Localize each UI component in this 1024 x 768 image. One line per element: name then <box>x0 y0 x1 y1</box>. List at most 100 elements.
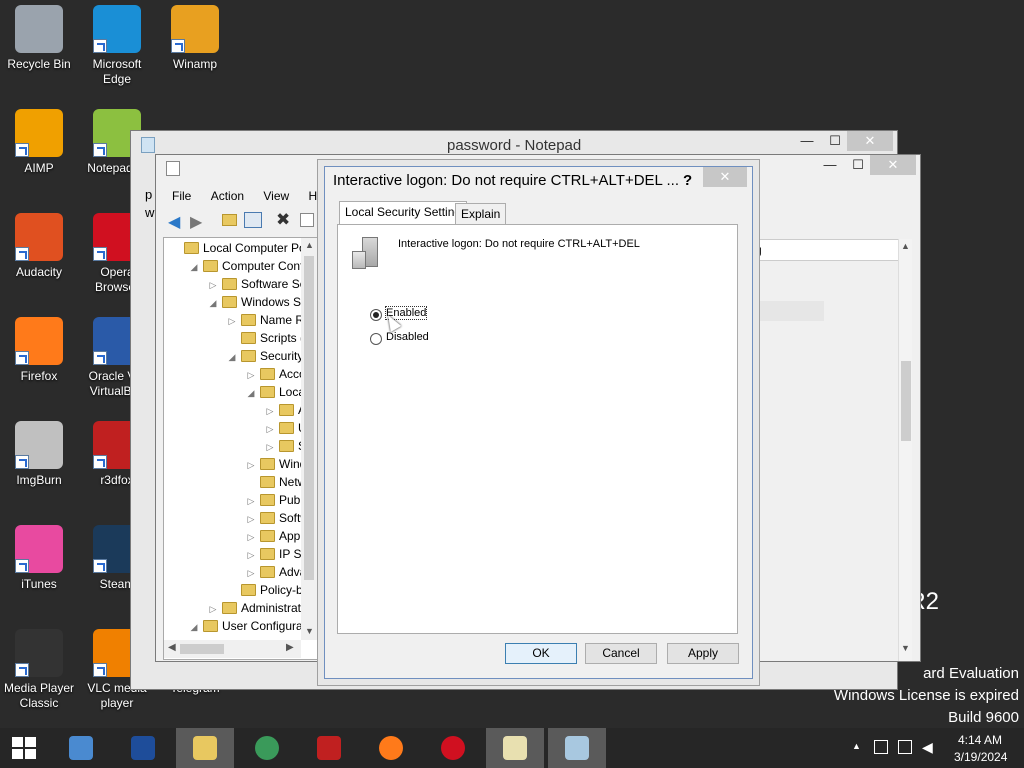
tree-node[interactable]: ◢ Computer Config <box>189 257 313 275</box>
desktop-icon-recycle-bin[interactable]: Recycle Bin <box>0 5 78 72</box>
tree-expander-icon[interactable]: ▷ <box>246 564 256 582</box>
taskbar-notepad[interactable] <box>486 728 544 768</box>
tree-scroll-right-icon[interactable]: ▶ <box>286 642 294 653</box>
menu-view[interactable]: View <box>255 184 297 208</box>
tree-node[interactable]: Local Computer Polic <box>170 239 317 257</box>
folder-icon <box>222 278 237 290</box>
disabled-radio[interactable] <box>370 333 382 345</box>
folder-icon <box>241 332 256 344</box>
folder-icon <box>279 440 294 452</box>
tree-expander-icon[interactable]: ▷ <box>208 276 218 294</box>
folder-icon <box>260 512 275 524</box>
desktop-icon-microsoft-edge[interactable]: Microsoft Edge <box>78 5 156 87</box>
taskbar-browser[interactable] <box>238 728 296 768</box>
tree-scroll-thumb[interactable] <box>304 256 314 580</box>
desktop-icon-imgburn[interactable]: ImgBurn <box>0 421 78 488</box>
help-button[interactable]: ? <box>683 167 692 195</box>
taskbar-opera[interactable] <box>424 728 482 768</box>
clock-time[interactable]: 4:14 AM <box>958 733 1002 747</box>
back-icon[interactable]: ◀ <box>168 212 180 232</box>
folder-icon <box>203 620 218 632</box>
tree-expander-icon[interactable]: ▷ <box>265 420 275 438</box>
tree-expander-icon[interactable]: ▷ <box>246 528 256 546</box>
powershell-icon <box>131 736 155 760</box>
tree-expander-icon[interactable]: ▷ <box>246 492 256 510</box>
scroll-up-icon[interactable]: ▲ <box>901 241 910 251</box>
clock-date[interactable]: 3/19/2024 <box>954 750 1007 764</box>
tree-expander-icon[interactable]: ▷ <box>246 546 256 564</box>
dialog-close-button[interactable]: ✕ <box>703 167 747 187</box>
desktop-icon-firefox[interactable]: Firefox <box>0 317 78 384</box>
tree-node[interactable]: ◢ User Configuratio <box>189 617 316 636</box>
desktop-icon-aimp[interactable]: AIMP <box>0 109 78 176</box>
desktop-icon-media-player-classic[interactable]: Media Player Classic <box>0 629 78 711</box>
taskbar-r3dfox[interactable] <box>300 728 358 768</box>
gpedit-close-button[interactable]: ✕ <box>870 155 916 175</box>
tree-expander-icon[interactable]: ◢ <box>189 258 199 276</box>
folder-icon <box>222 602 237 614</box>
taskbar-powershell[interactable] <box>114 728 172 768</box>
shortcut-arrow-icon <box>93 247 107 261</box>
tree-node[interactable]: ◢ Windows Sett <box>208 293 315 312</box>
tree-expander-icon[interactable]: ◢ <box>208 294 218 312</box>
scroll-thumb[interactable] <box>901 361 911 441</box>
tree-hscroll-thumb[interactable] <box>180 644 224 654</box>
apply-button[interactable]: Apply <box>667 643 739 664</box>
taskbar-file-explorer[interactable] <box>176 728 234 768</box>
tree-hscroll[interactable]: ◀ ▶ <box>164 640 301 658</box>
shortcut-arrow-icon <box>93 455 107 469</box>
tree-node[interactable]: ▷ Software Setti <box>208 275 316 293</box>
properties-icon[interactable] <box>300 213 314 227</box>
up-folder-icon[interactable] <box>222 214 237 226</box>
tree-expander-icon[interactable]: ▷ <box>246 456 256 474</box>
volume-icon[interactable]: ◀ <box>922 739 933 756</box>
taskbar-gpedit[interactable] <box>548 728 606 768</box>
scroll-down-icon[interactable]: ▼ <box>901 643 910 653</box>
right-pane-vscroll[interactable]: ▲ ▼ <box>898 239 912 661</box>
policy-tree[interactable]: Local Computer Polic ◢ Computer Config ▷ Sof… <box>163 237 318 660</box>
folder-icon <box>260 458 275 470</box>
cancel-button[interactable]: Cancel <box>585 643 657 664</box>
desktop-icon-winamp[interactable]: Winamp <box>156 5 234 72</box>
tree-expander-icon[interactable]: ▷ <box>227 312 237 330</box>
policy-properties-dialog[interactable]: Interactive logon: Do not require CTRL+A… <box>324 166 753 679</box>
tree-expander-icon[interactable]: ▷ <box>265 438 275 456</box>
tab-explain[interactable]: Explain <box>455 203 507 225</box>
tree-scroll-up-icon[interactable]: ▲ <box>305 240 314 250</box>
tree-expander-icon[interactable]: ◢ <box>246 384 256 402</box>
tree-expander-icon[interactable]: ◢ <box>227 348 237 366</box>
notepad-text-fragment: p <box>145 187 153 202</box>
action-center-icon[interactable] <box>874 740 888 754</box>
show-hide-tree-icon[interactable] <box>244 212 262 228</box>
tree-expander-icon[interactable]: ▷ <box>246 366 256 384</box>
tab-label-local-security-setting: Local Security Setting <box>345 205 462 219</box>
delete-icon[interactable]: ✖ <box>276 210 290 230</box>
menu-file[interactable]: File <box>164 184 199 208</box>
notepad-close-button[interactable]: ✕ <box>847 131 893 151</box>
notepad-app-icon <box>141 137 155 153</box>
tree-expander-icon[interactable]: ▷ <box>208 600 218 618</box>
folder-icon <box>260 548 275 560</box>
menu-action[interactable]: Action <box>203 184 252 208</box>
enabled-radio[interactable] <box>370 309 382 321</box>
tree-expander-icon[interactable]: ▷ <box>265 402 275 420</box>
taskbar-firefox[interactable] <box>362 728 420 768</box>
disabled-label[interactable]: Disabled <box>386 331 429 343</box>
dialog-titlebar[interactable]: Interactive logon: Do not require CTRL+A… <box>325 167 752 195</box>
tree-expander-icon[interactable]: ◢ <box>189 618 199 636</box>
tree-vscroll[interactable]: ▲ ▼ <box>301 238 317 640</box>
tree-scroll-down-icon[interactable]: ▼ <box>305 626 314 636</box>
tree-expander-icon[interactable]: ▷ <box>246 510 256 528</box>
network-icon[interactable] <box>898 740 912 754</box>
taskbar-server-manager[interactable] <box>52 728 110 768</box>
forward-icon[interactable]: ▶ <box>190 212 202 232</box>
tab-local-security-setting[interactable]: Local Security Setting <box>339 201 468 225</box>
shortcut-arrow-icon <box>15 455 29 469</box>
start-button[interactable] <box>0 728 48 768</box>
ok-button[interactable]: OK <box>505 643 577 664</box>
tree-scroll-left-icon[interactable]: ◀ <box>168 642 176 653</box>
desktop-icon-itunes[interactable]: iTunes <box>0 525 78 592</box>
desktop-icon-audacity[interactable]: Audacity <box>0 213 78 280</box>
desktop-icon-label: Audacity <box>15 265 63 279</box>
show-hidden-icons[interactable]: ▲ <box>852 741 861 751</box>
